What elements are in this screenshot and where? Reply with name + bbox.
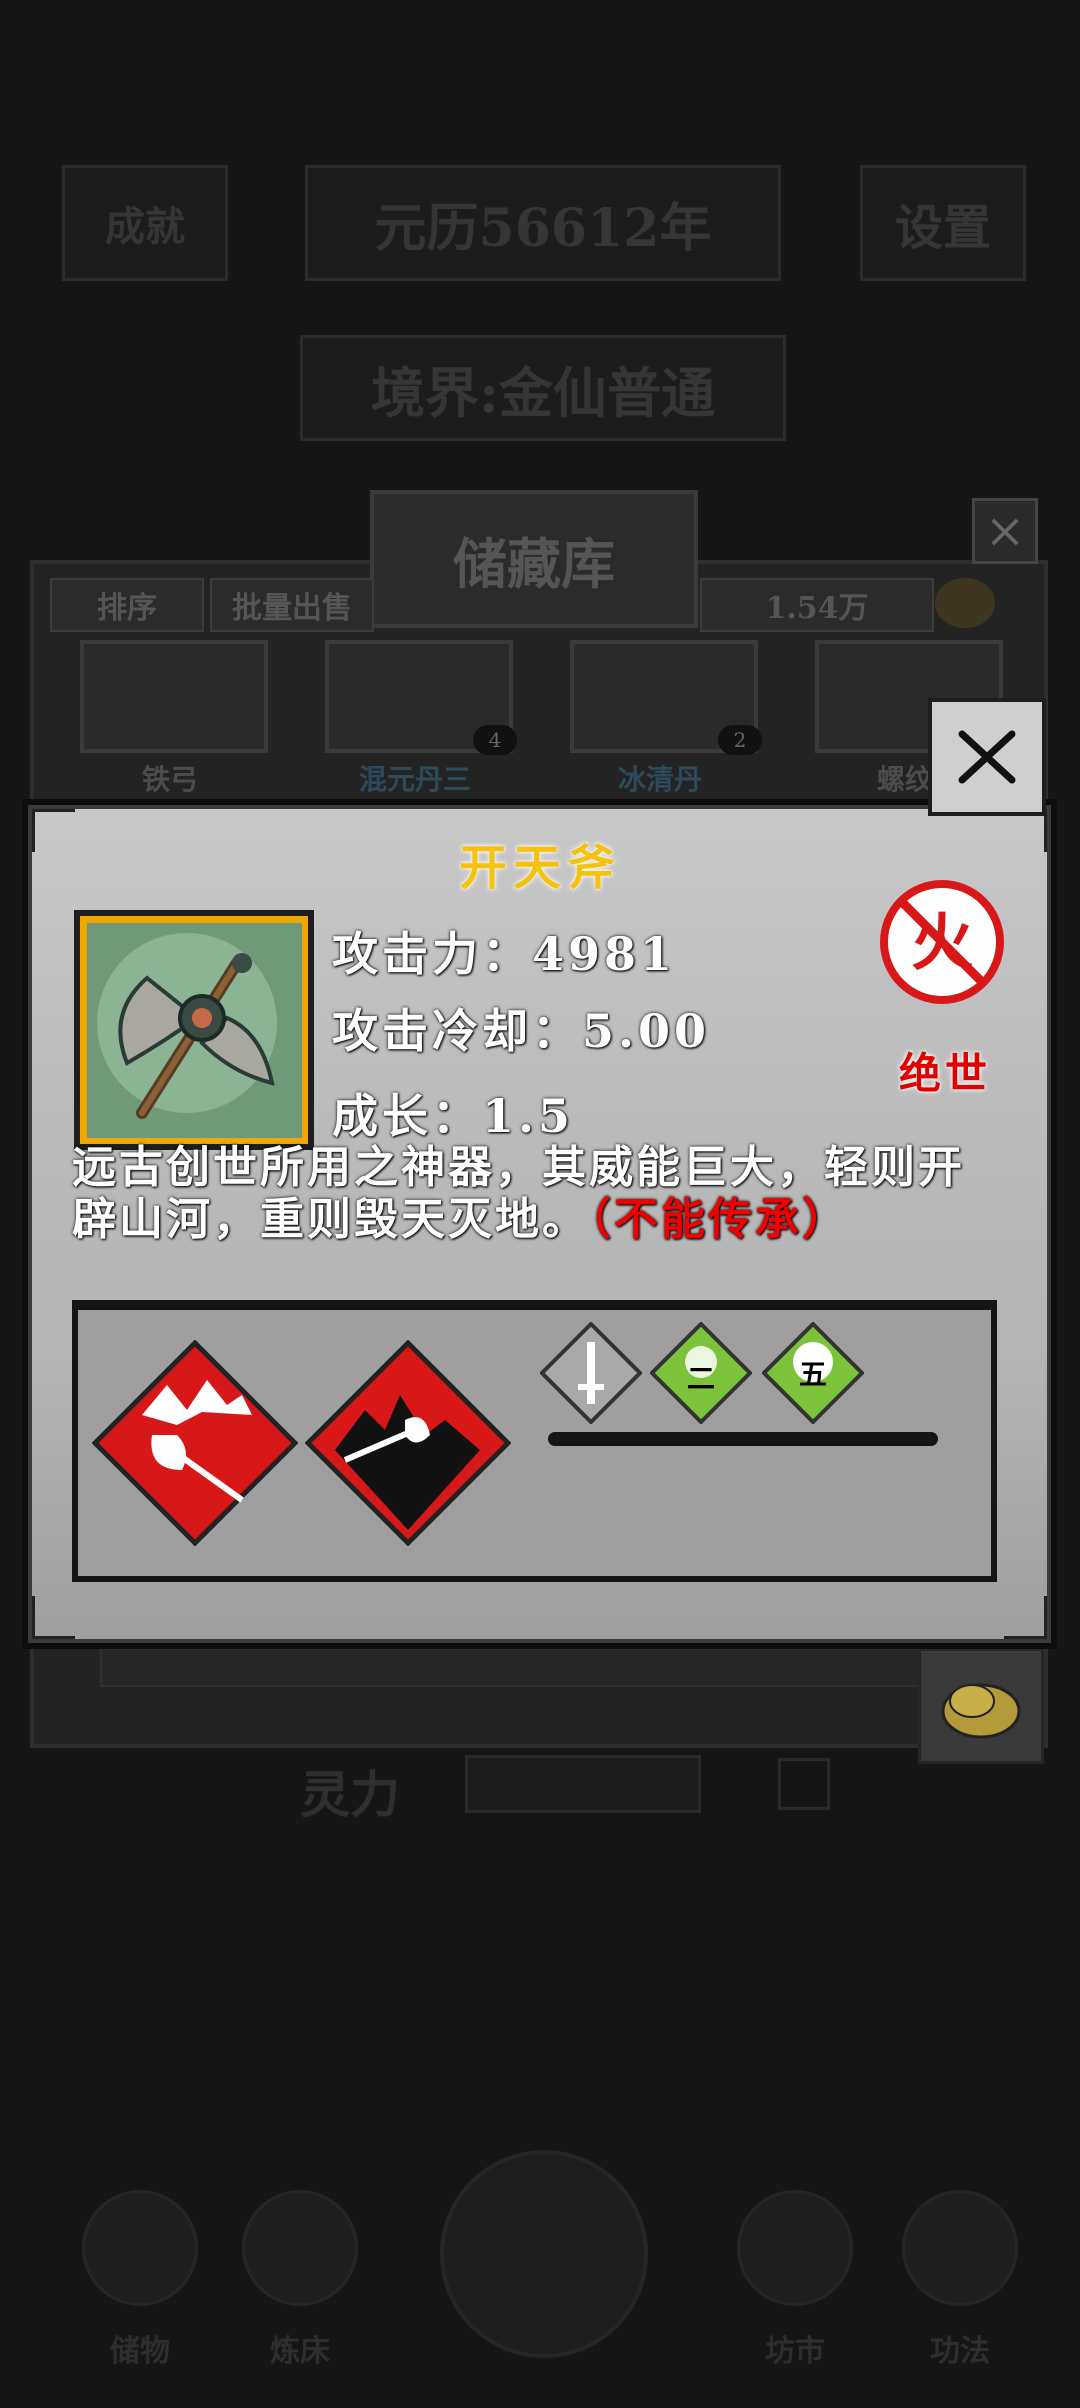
- storage-title-text: 储藏库: [453, 531, 615, 596]
- storage-nav-icon: [82, 2190, 198, 2306]
- corner-decoration: [32, 1596, 75, 1639]
- close-button[interactable]: [928, 698, 1046, 816]
- nav-market: 坊市: [730, 2190, 860, 2390]
- storage-row-bottom: [100, 1648, 924, 1687]
- cultivate-button: [440, 2150, 648, 2358]
- settings-button: 设置: [860, 165, 1026, 281]
- axe-peak-skill-icon: [91, 1339, 299, 1547]
- achievement-label: 成就: [105, 203, 185, 250]
- year-label: 元历56612年: [374, 197, 712, 259]
- storage-close-button: ×: [972, 498, 1038, 564]
- skill-level-char: 二: [687, 1362, 715, 1395]
- slot-count: 4: [473, 725, 517, 755]
- stamina-plus-button: [778, 1758, 830, 1810]
- no-inherit-warning: （不能传承）: [589, 1194, 849, 1245]
- nav-market-label: 坊市: [765, 2334, 825, 2369]
- storage-item-label: 混元丹三: [358, 763, 471, 796]
- gold-display: 1.54万: [700, 578, 934, 632]
- stamina-label: 灵力: [300, 1765, 400, 1824]
- growth-stat: 成长：1.5: [332, 1089, 575, 1143]
- no-fire-icon: 火: [880, 880, 1004, 1004]
- tree-five-icon: 五: [761, 1321, 865, 1425]
- realm-label: 境界:金仙普通: [371, 360, 715, 425]
- realm-banner: 境界:金仙普通: [300, 335, 786, 441]
- sort-tab-label: 排序: [97, 591, 157, 626]
- storage-slot: 2: [570, 640, 762, 755]
- storage-item-label: 铁弓: [141, 763, 198, 796]
- nav-skills: 功法: [895, 2190, 1025, 2390]
- rarity-label: 绝世: [898, 1049, 991, 1098]
- storage-slot: 4: [325, 640, 517, 755]
- axe-mountain-skill-icon: [304, 1339, 512, 1547]
- storage-item-label: 冰清丹: [617, 763, 702, 796]
- close-icon: [958, 730, 1016, 784]
- bulk-sell-tab: 批量出售: [210, 578, 374, 632]
- skill-level-char: 五: [799, 1358, 827, 1391]
- gold-amount: 1.54万: [765, 591, 869, 626]
- nav-bed: 炼床: [235, 2190, 365, 2390]
- nav-storage: 储物: [75, 2190, 205, 2390]
- year-display: 元历56612年: [305, 165, 781, 281]
- sort-tab: 排序: [50, 578, 204, 632]
- sword-icon: [539, 1321, 643, 1425]
- storage-slot: [80, 640, 268, 753]
- corner-decoration: [1004, 1596, 1047, 1639]
- grass-two-icon: 二: [649, 1321, 753, 1425]
- market-nav-icon: [737, 2190, 853, 2306]
- fire-element-badge: 火: [880, 880, 1005, 1005]
- skill-sword[interactable]: [539, 1321, 643, 1428]
- bulk-sell-tab-label: 批量出售: [232, 591, 352, 626]
- nav-skills-label: 功法: [930, 2334, 990, 2369]
- item-icon-frame: [74, 910, 314, 1150]
- gold-coin-large-icon: [918, 1648, 1044, 1764]
- axe-icon: [86, 922, 302, 1138]
- bed-nav-icon: [242, 2190, 358, 2306]
- skills-nav-icon: [902, 2190, 1018, 2306]
- cooldown-stat: 攻击冷却：5.00: [332, 1004, 711, 1058]
- storage-title: 储藏库: [370, 490, 698, 628]
- skill-tree-five[interactable]: 五: [761, 1321, 865, 1428]
- nav-storage-label: 储物: [110, 2334, 170, 2369]
- skill-axe-mountain[interactable]: [304, 1339, 512, 1550]
- skill-grass-two[interactable]: 二: [649, 1321, 753, 1428]
- nav-bed-label: 炼床: [270, 2334, 330, 2369]
- slot-count: 2: [718, 725, 762, 755]
- item-description: 远古创世所用之神器，其威能巨大，轻则开辟山河，重则毁天灭地。（不能传承）: [72, 1142, 992, 1246]
- attack-stat: 攻击力：4981: [332, 927, 677, 981]
- skill-divider: [548, 1432, 938, 1446]
- gold-coin-icon: [935, 578, 995, 628]
- stamina-bar: [465, 1755, 701, 1813]
- achievement-button: 成就: [62, 165, 228, 281]
- settings-label: 设置: [894, 200, 991, 256]
- skill-axe-peak[interactable]: [91, 1339, 299, 1550]
